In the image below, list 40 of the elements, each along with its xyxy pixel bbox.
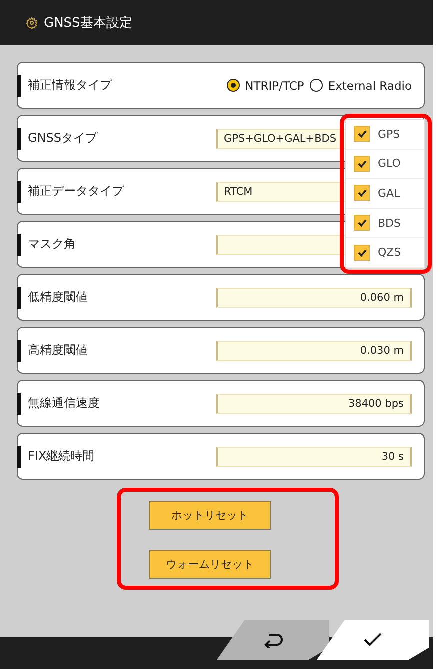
checkbox[interactable] <box>354 215 370 232</box>
item-label: GPS <box>378 128 400 141</box>
setting-label: FIX継続時間 <box>28 448 96 465</box>
item-label: QZS <box>378 246 402 260</box>
input-field[interactable]: 30 s <box>216 446 412 466</box>
radio-option[interactable]: NTRIP/TCP <box>227 78 304 92</box>
setting-label: 補正情報タイプ <box>28 77 114 94</box>
checkbox[interactable] <box>354 156 370 172</box>
setting-label: 補正データタイプ <box>28 183 126 200</box>
reset-button[interactable]: ウォームリセット <box>149 550 271 579</box>
checkbox[interactable] <box>354 185 370 202</box>
check-icon <box>363 633 383 647</box>
input-field[interactable]: 0.060 m <box>216 288 412 308</box>
setting-label: 低精度閾値 <box>28 289 89 306</box>
dropdown-item[interactable]: QZS <box>346 238 424 268</box>
settings-icon <box>26 16 38 28</box>
input-field[interactable]: 0.030 m <box>216 340 412 360</box>
radio-option[interactable]: External Radio <box>310 78 412 92</box>
setting-label: 無線通信速度 <box>28 395 101 412</box>
check-icon <box>358 160 366 168</box>
checkbox[interactable] <box>354 126 370 142</box>
item-label: BDS <box>378 216 401 230</box>
setting-label: GNSSタイプ <box>28 130 99 147</box>
item-label: GAL <box>378 186 400 200</box>
check-icon <box>358 219 366 228</box>
dropdown-item[interactable]: BDS <box>346 208 424 238</box>
check-icon <box>358 130 366 138</box>
input-field[interactable]: 38400 bps <box>216 394 412 414</box>
reset-button[interactable]: ホットリセット <box>149 501 271 530</box>
screen-title: GNSS基本設定 <box>44 14 132 32</box>
item-label: GLO <box>378 157 401 170</box>
dropdown-item[interactable]: GPS <box>346 120 424 150</box>
back-button[interactable] <box>217 620 329 660</box>
check-icon <box>358 248 366 257</box>
checkbox[interactable] <box>354 244 370 261</box>
setting-label: 高精度閾値 <box>28 342 89 359</box>
dropdown-item[interactable]: GLO <box>346 150 424 180</box>
setting-label: マスク角 <box>28 236 77 253</box>
dropdown-item[interactable]: GAL <box>346 179 424 209</box>
check-icon <box>358 189 366 198</box>
